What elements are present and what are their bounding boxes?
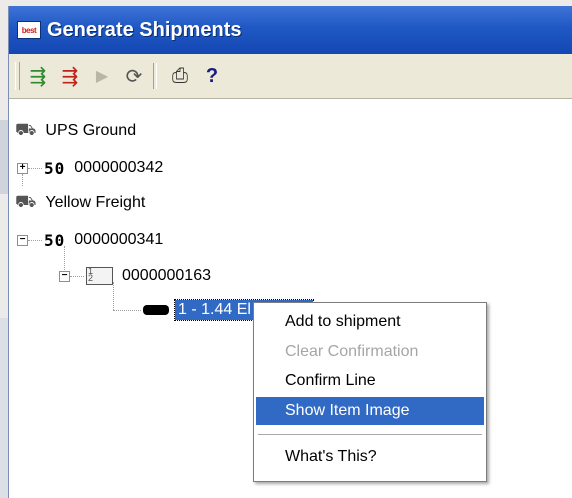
carrier-label: Yellow Freight — [45, 194, 146, 211]
menu-separator — [258, 434, 482, 435]
tree-node-carrier[interactable]: ⛟ UPS Ground — [15, 119, 139, 143]
generate-shipment-icon: ⇶ — [29, 65, 47, 88]
generate-shipment-button[interactable]: ⇶ — [24, 61, 52, 91]
menu-item-confirm-line[interactable]: Confirm Line — [256, 367, 484, 395]
remove-shipment-icon: ⇶ — [61, 65, 79, 88]
play-icon: ▶ — [95, 68, 109, 85]
play-button[interactable]: ▶ — [88, 61, 116, 91]
remove-shipment-button[interactable]: ⇶ — [56, 61, 84, 91]
truck-icon: ⛟ — [15, 120, 37, 139]
sales-order-icon: 50 — [44, 158, 66, 178]
toolbar-grip[interactable] — [15, 62, 20, 90]
toolbar: ⇶ ⇶ ▶ ⟳ ⎙ ? — [9, 54, 572, 99]
window-title: Generate Shipments — [47, 18, 242, 41]
context-menu: Add to shipment Clear Confirmation Confi… — [253, 302, 487, 482]
tree-node-order[interactable]: − 50 0000000341 — [17, 228, 166, 252]
tree-node-shipment[interactable]: − 1 2 0000000163 — [59, 264, 214, 288]
title-bar[interactable]: best Generate Shipments — [9, 6, 572, 54]
app-logo: best — [17, 21, 41, 39]
toolbar-separator — [153, 63, 157, 89]
collapse-icon[interactable]: − — [17, 234, 28, 246]
help-button[interactable]: ? — [198, 61, 226, 91]
order-label: 0000000341 — [74, 231, 164, 248]
tree-connector — [113, 310, 141, 311]
menu-item-add-to-shipment[interactable]: Add to shipment — [256, 308, 484, 336]
refresh-icon: ⟳ — [125, 65, 143, 88]
menu-item-whats-this[interactable]: What's This? — [256, 443, 484, 471]
print-icon: ⎙ — [172, 64, 188, 87]
carrier-label: UPS Ground — [45, 122, 137, 139]
menu-item-clear-confirmation: Clear Confirmation — [285, 343, 419, 360]
help-icon: ? — [205, 64, 219, 87]
line-item-icon — [143, 305, 169, 315]
menu-item-show-item-image[interactable]: Show Item Image — [256, 397, 484, 425]
shipment-doc-icon: 1 2 — [86, 267, 113, 285]
truck-icon: ⛟ — [15, 192, 37, 211]
expand-icon[interactable]: + — [17, 162, 28, 174]
print-button[interactable]: ⎙ — [166, 61, 194, 91]
refresh-button[interactable]: ⟳ — [120, 61, 148, 91]
shipment-label: 0000000163 — [122, 267, 211, 284]
sales-order-icon: 50 — [44, 230, 66, 250]
tree-node-carrier[interactable]: ⛟ Yellow Freight — [15, 191, 148, 215]
collapse-icon[interactable]: − — [59, 270, 70, 282]
tree-node-order[interactable]: + 50 0000000342 — [17, 156, 166, 180]
order-label: 0000000342 — [74, 159, 164, 176]
